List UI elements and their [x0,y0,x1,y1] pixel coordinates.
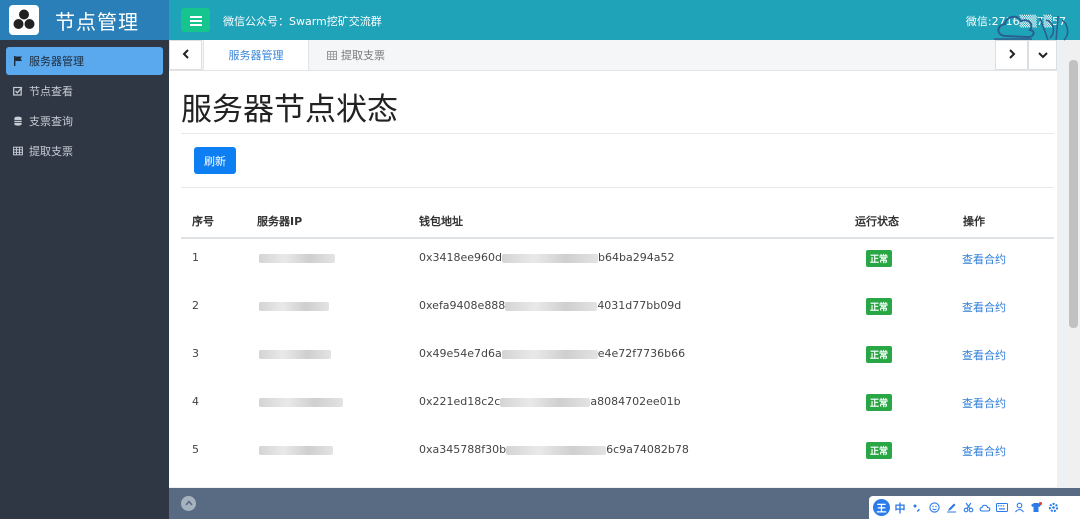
sidebar-item-label: 提取支票 [29,145,73,158]
server-ip-redacted [259,443,333,456]
main-content: 服务器节点状态 刷新 序号 服务器IP 钱包地址 运行状态 操作 1 0x341… [169,71,1057,487]
divider [181,187,1054,188]
sidebar-item-label: 服务器管理 [29,55,84,68]
sidebar-item-cheque-query[interactable]: 支票查询 [6,107,163,135]
view-contract-link[interactable]: 查看合约 [962,443,1006,459]
tab-bar: 服务器管理 提取支票 [169,40,1057,71]
keyboard-icon[interactable] [995,501,1009,515]
wallet-address: 0x3418ee960d b64ba294a52 [419,251,675,264]
server-ip-redacted [259,395,343,408]
ime-language-toggle[interactable]: 中 [893,501,907,515]
table-row: 3 0x49e54e7d6a e4e72f7736b66 正常 查看合约 [181,335,1054,383]
tab-dropdown-button[interactable] [1028,40,1057,70]
wallet-address: 0x49e54e7d6a e4e72f7736b66 [419,347,686,360]
shirt-skin-icon[interactable] [1029,501,1043,515]
header-title: 微信公众号：Swarm挖矿交流群 [223,15,382,28]
sidebar-item-label: 节点查看 [29,85,73,98]
punctuation-icon[interactable] [910,501,924,515]
chevron-up-icon [184,499,193,509]
view-contract-link[interactable]: 查看合约 [962,251,1006,267]
sidebar-item-server-management[interactable]: 服务器管理 [6,47,163,75]
refresh-button[interactable]: 刷新 [194,147,236,174]
view-contract-link[interactable]: 查看合约 [962,347,1006,363]
pen-icon[interactable] [944,501,958,515]
status-badge: 正常 [866,250,893,267]
hexagon-logo-icon [9,5,39,35]
table-row: 4 0x221ed18c2c a8084702ee01b 正常 查看合约 [181,383,1054,431]
column-header-status: 运行状态 [855,215,899,228]
emoji-icon[interactable] [927,501,941,515]
user-icon[interactable] [1012,501,1026,515]
scroll-to-top-button[interactable] [181,496,196,511]
scissors-icon[interactable] [961,501,975,515]
page-scrollbar-thumb[interactable] [1069,60,1078,328]
sidebar-item-withdraw-cheque[interactable]: 提取支票 [6,137,163,165]
menu-toggle-button[interactable] [181,8,210,32]
sidebar-item-node-view[interactable]: 节点查看 [6,77,163,105]
tab-scroll-right-button[interactable] [995,40,1028,70]
tab-withdraw-cheque[interactable]: 提取支票 [327,40,427,70]
table-icon [327,50,337,60]
table-row: 2 0xefa9408e888 4031d77bb09d 正常 查看合约 [181,287,1054,335]
sidebar-nav: 服务器管理 节点查看 支票查询 提取支票 [0,40,169,165]
ime-toolbar: 王 中 [869,496,1080,519]
gear-icon[interactable] [1046,501,1060,515]
top-header: 微信公众号：Swarm挖矿交流群 微信:2716▒▒7▒57 [169,0,1080,40]
brand-header: 节点管理 [0,0,169,40]
tab-scroll-left-button[interactable] [169,40,202,70]
view-contract-link[interactable]: 查看合约 [962,299,1006,315]
tab-label: 提取支票 [341,49,385,62]
tab-server-management[interactable]: 服务器管理 [203,40,309,70]
wallet-address: 0xa345788f30b 6c9a74082b78 [419,443,689,456]
table-icon [10,146,26,156]
page-title: 服务器节点状态 [181,92,398,128]
row-index: 5 [192,443,199,456]
hamburger-icon [189,11,202,30]
chevron-right-icon [1008,48,1016,62]
server-ip-redacted [259,299,329,312]
row-index: 3 [192,347,199,360]
server-ip-redacted [259,347,331,360]
chevron-left-icon [182,48,190,62]
divider [181,133,1054,134]
status-badge: 正常 [866,346,893,363]
flag-icon [10,56,26,66]
cloud-icon[interactable] [978,501,992,515]
sidebar: 节点管理 服务器管理 节点查看 支票查询 提取支票 [0,0,169,519]
chevron-down-icon [1037,48,1048,62]
server-table: 序号 服务器IP 钱包地址 运行状态 操作 1 0x3418ee960d b64b… [181,201,1054,479]
row-index: 2 [192,299,199,312]
database-icon [10,116,26,126]
view-contract-link[interactable]: 查看合约 [962,395,1006,411]
status-badge: 正常 [866,394,893,411]
status-badge: 正常 [866,298,893,315]
row-index: 4 [192,395,199,408]
column-header-server-ip: 服务器IP [257,215,303,228]
column-header-wallet: 钱包地址 [419,215,463,228]
wallet-address: 0x221ed18c2c a8084702ee01b [419,395,681,408]
table-row: 1 0x3418ee960d b64ba294a52 正常 查看合约 [181,239,1054,287]
server-ip-redacted [259,251,335,264]
status-badge: 正常 [866,442,893,459]
row-index: 1 [192,251,199,264]
checkbox-icon [10,86,26,96]
column-header-action: 操作 [963,215,985,228]
table-row: 5 0xa345788f30b 6c9a74082b78 正常 查看合约 [181,431,1054,479]
ime-logo-badge[interactable]: 王 [873,499,890,516]
tab-label: 服务器管理 [228,49,284,62]
sidebar-item-label: 支票查询 [29,115,73,128]
brand-title: 节点管理 [55,9,139,34]
column-header-index: 序号 [192,215,214,228]
table-header: 序号 服务器IP 钱包地址 运行状态 操作 [181,201,1054,239]
wallet-address: 0xefa9408e888 4031d77bb09d [419,299,682,312]
